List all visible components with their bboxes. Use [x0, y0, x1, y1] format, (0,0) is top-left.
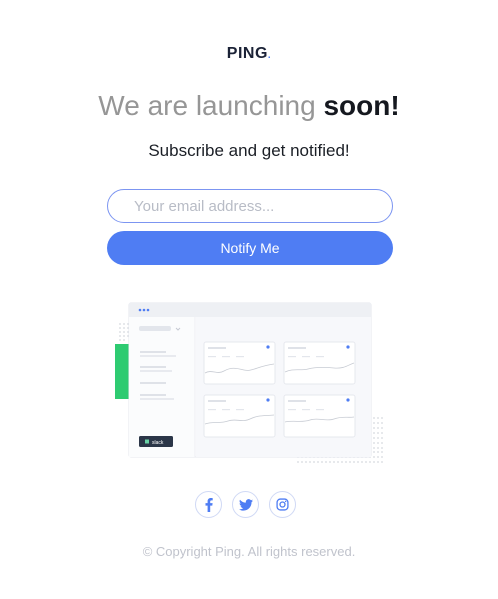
notify-me-button[interactable]: Notify Me [107, 231, 393, 265]
subscribe-text: Subscribe and get notified! [148, 141, 350, 160]
facebook-link[interactable] [195, 491, 222, 518]
headline-light: We are launching [98, 90, 324, 121]
brand-name: PING [226, 45, 268, 62]
page-title: We are launching soon! [0, 90, 498, 122]
twitter-icon [238, 498, 253, 511]
brand-dot: . [267, 50, 272, 61]
slack-badge-label: slack [152, 440, 164, 446]
copyright-text: © Copyright Ping. All rights reserved. [142, 544, 356, 559]
social-links [195, 491, 296, 518]
headline-bold: soon! [323, 90, 400, 121]
brand-logo: PING. [0, 45, 498, 63]
twitter-link[interactable] [232, 491, 259, 518]
facebook-icon [205, 497, 213, 512]
instagram-link[interactable] [269, 491, 296, 518]
dashboard-illustration-svg: slack [115, 302, 383, 463]
email-field[interactable] [107, 189, 393, 223]
dashboard-illustration: slack [112, 300, 388, 470]
instagram-icon [276, 498, 289, 511]
